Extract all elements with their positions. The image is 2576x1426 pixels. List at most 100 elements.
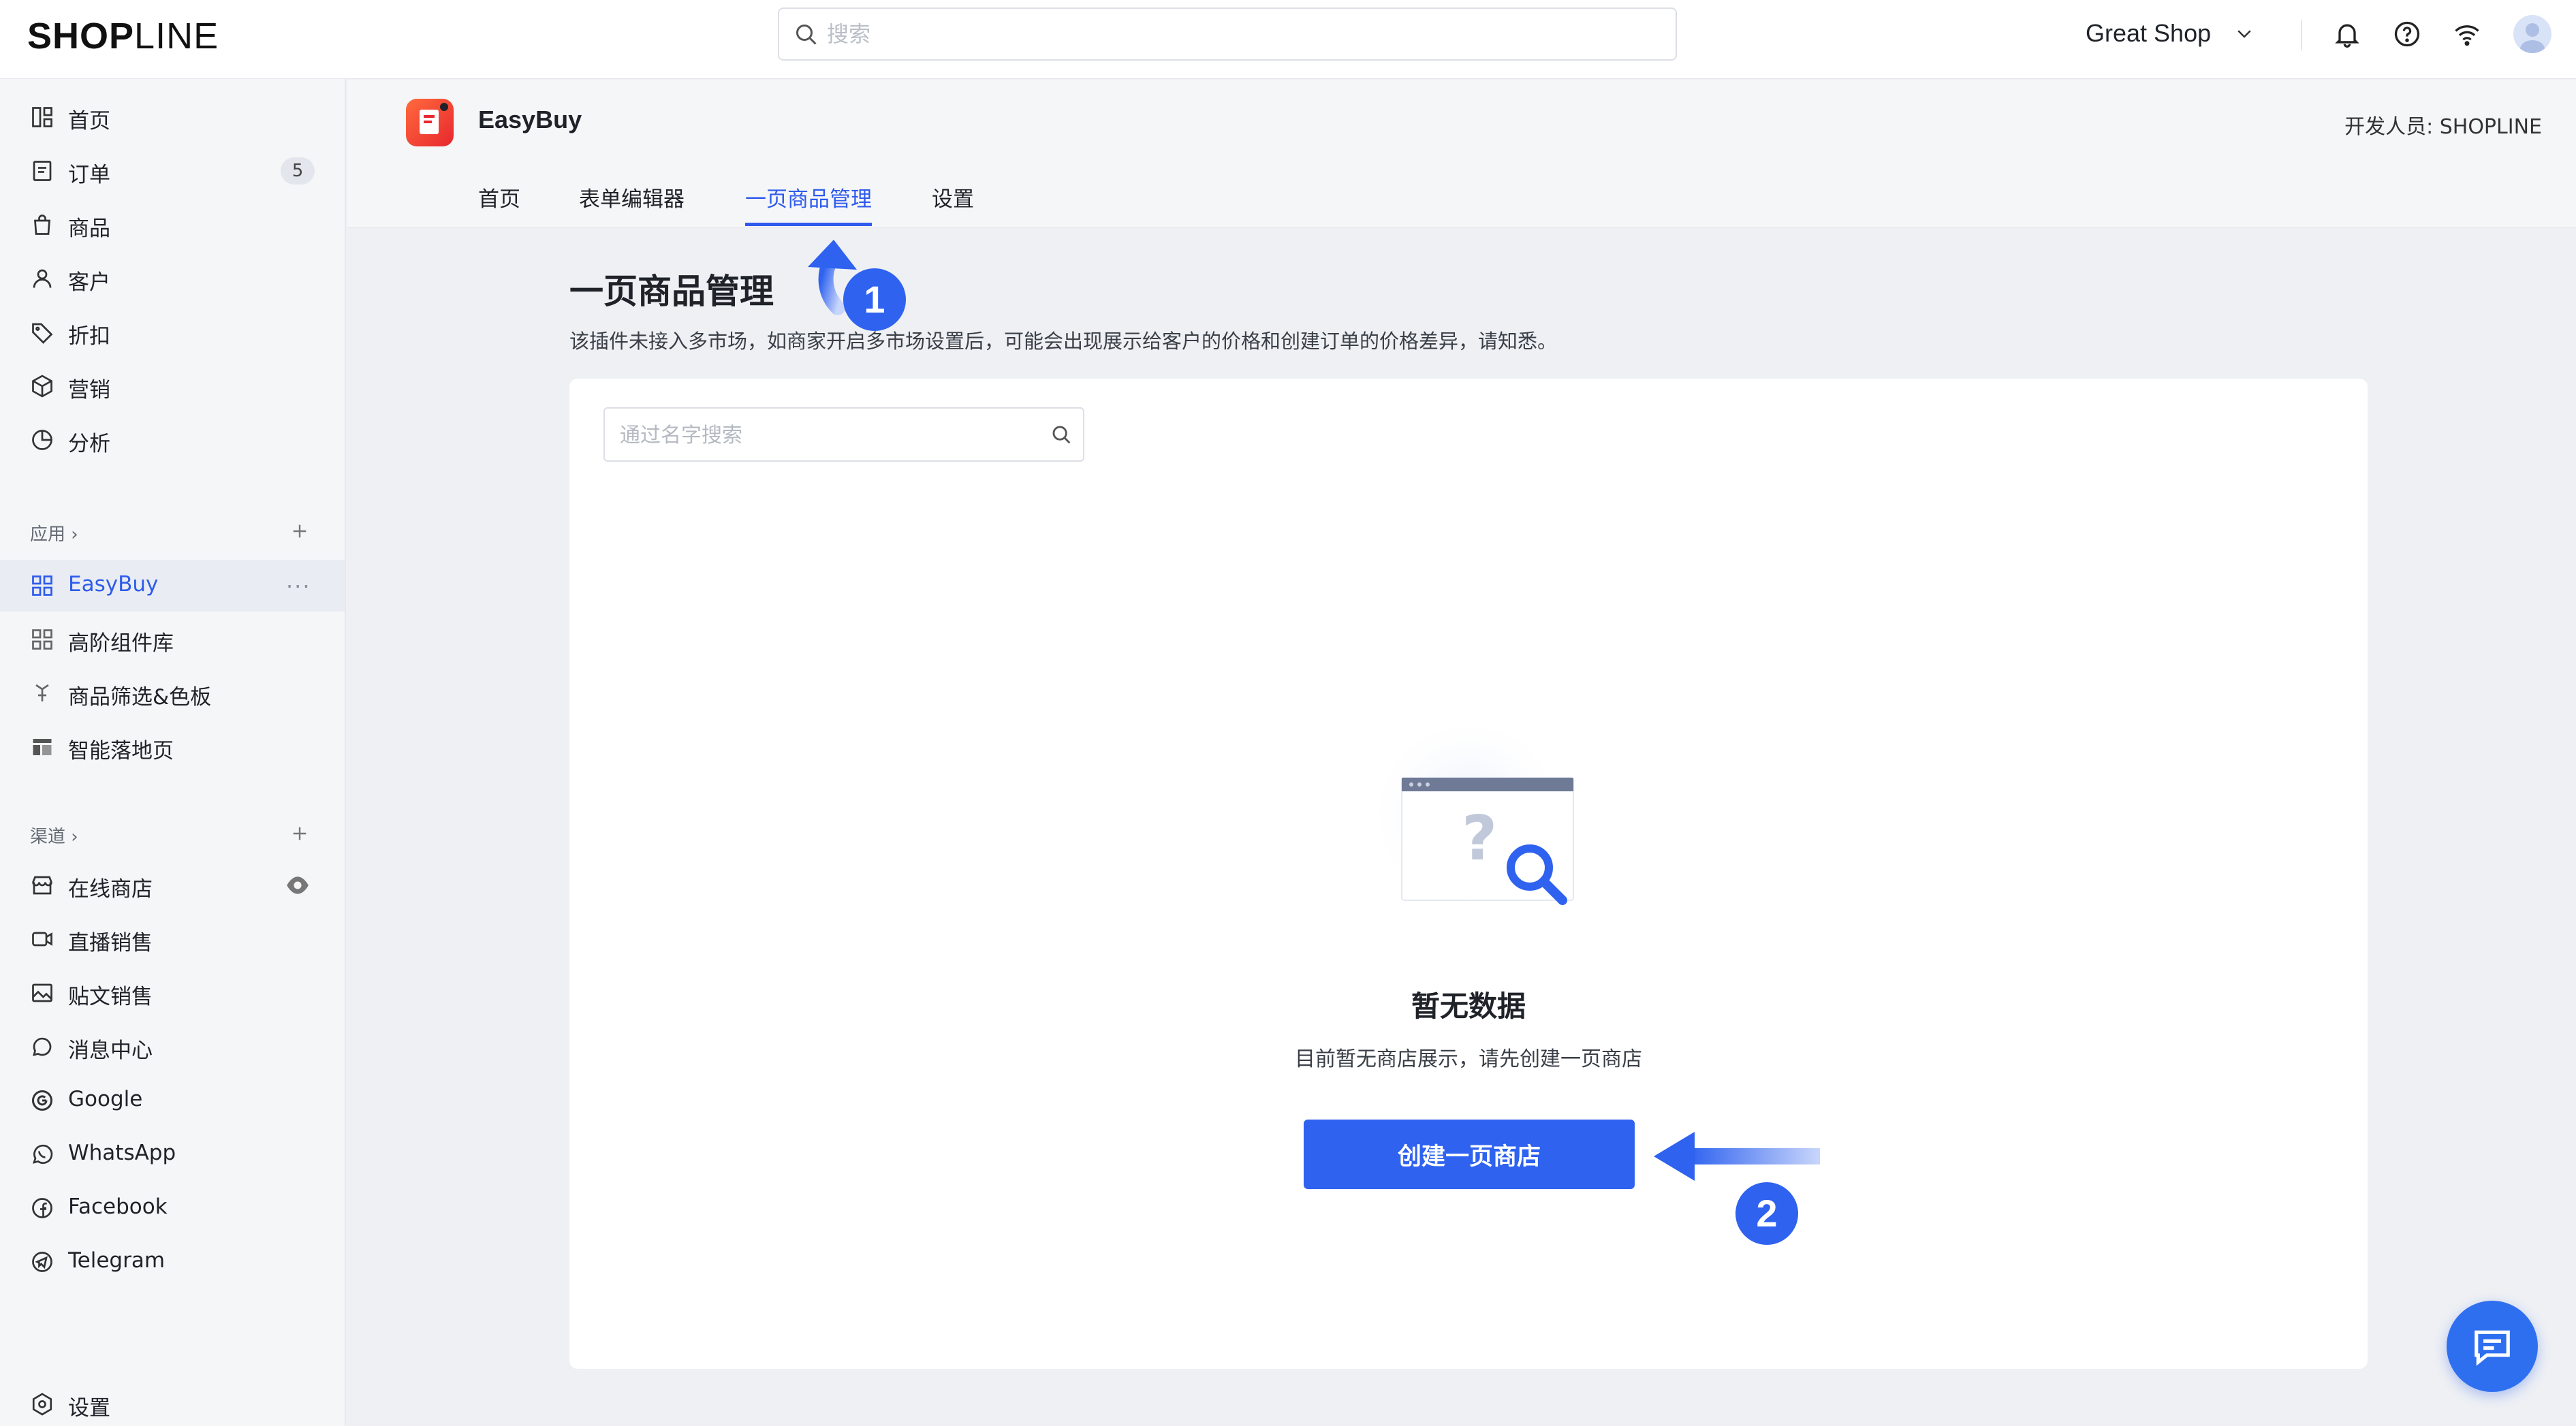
sidebar-item-landing-page[interactable]: 智能落地页 <box>0 721 345 773</box>
apps-grid-icon <box>32 629 52 650</box>
avatar[interactable] <box>2513 15 2551 53</box>
sidebar-item-google[interactable]: Google <box>0 1075 345 1126</box>
sidebar-item-marketing[interactable]: 营销 <box>0 360 345 412</box>
sidebar-item-label: 智能落地页 <box>68 739 174 763</box>
multi-market-notice: 该插件未接入多市场，如商家开启多市场设置后，可能会出现展示给客户的价格和创建订单… <box>569 330 1558 353</box>
annotation-arrow-2 <box>1654 1132 1820 1181</box>
sidebar: 首页 订单 5 商品 客户 折扣 营销 分析 应用 › EasyBuy ··· … <box>0 79 346 1426</box>
tab-form-editor[interactable]: 表单编辑器 <box>579 182 685 212</box>
video-icon <box>32 932 52 947</box>
eye-icon[interactable] <box>285 874 311 896</box>
cube-icon <box>32 375 52 398</box>
sidebar-item-easybuy[interactable]: EasyBuy ··· <box>0 560 345 612</box>
sidebar-item-facebook[interactable]: Facebook <box>0 1182 345 1234</box>
facebook-icon <box>32 1198 52 1218</box>
settings-icon <box>32 1393 52 1416</box>
filter-app-icon <box>35 684 49 701</box>
sidebar-item-label: 折扣 <box>68 324 110 349</box>
dashboard-icon <box>32 107 52 127</box>
shopline-logo[interactable]: SHOPLINE <box>27 15 219 57</box>
sidebar-item-product-filter[interactable]: 商品筛选&色板 <box>0 667 345 719</box>
sidebar-item-label: 营销 <box>68 378 110 402</box>
active-tab-indicator <box>745 223 872 226</box>
global-search[interactable] <box>778 7 1677 61</box>
global-search-input[interactable] <box>827 16 1644 52</box>
order-icon <box>33 161 52 181</box>
add-app-icon[interactable] <box>289 520 311 542</box>
chat-icon <box>33 1037 52 1056</box>
sidebar-item-discounts[interactable]: 折扣 <box>0 306 345 358</box>
developer-info: 开发人员: SHOPLINE <box>2344 115 2542 139</box>
sidebar-item-analytics[interactable]: 分析 <box>0 414 345 466</box>
layout-icon <box>33 739 52 755</box>
sidebar-item-home[interactable]: 首页 <box>0 91 345 143</box>
add-channel-icon[interactable] <box>289 823 311 844</box>
whatsapp-icon <box>32 1144 53 1164</box>
sidebar-item-live-sales[interactable]: 直播销售 <box>0 913 345 965</box>
sidebar-item-label: 订单 <box>68 163 110 187</box>
search-icon[interactable] <box>1050 424 1073 447</box>
tab-one-page-products[interactable]: 一页商品管理 <box>745 182 872 212</box>
sidebar-item-message-center[interactable]: 消息中心 <box>0 1021 345 1073</box>
sidebar-item-products[interactable]: 商品 <box>0 199 345 251</box>
sidebar-item-advanced-components[interactable]: 高阶组件库 <box>0 614 345 665</box>
top-bar: SHOPLINE Great Shop <box>0 0 2576 79</box>
sidebar-item-label: 直播销售 <box>68 931 153 955</box>
apps-section-title[interactable]: 应用 › <box>30 520 78 545</box>
sidebar-item-settings[interactable]: 设置 <box>0 1378 345 1426</box>
telegram-icon <box>32 1252 52 1272</box>
order-count-badge: 5 <box>281 157 315 185</box>
sidebar-item-label: 商品 <box>68 217 110 241</box>
sidebar-item-label: 商品筛选&色板 <box>68 685 212 710</box>
tag-icon <box>32 323 53 344</box>
more-options-icon[interactable]: ··· <box>286 573 311 599</box>
divider <box>2301 20 2302 50</box>
sidebar-item-orders[interactable]: 订单 5 <box>0 145 345 197</box>
step-1-marker: 1 <box>843 268 906 331</box>
bell-icon[interactable] <box>2332 19 2362 49</box>
google-icon <box>32 1090 52 1111</box>
sidebar-item-whatsapp[interactable]: WhatsApp <box>0 1128 345 1180</box>
wifi-icon[interactable] <box>2452 19 2482 49</box>
tab-settings[interactable]: 设置 <box>932 182 974 212</box>
sidebar-item-label: 在线商店 <box>68 877 153 902</box>
store-icon <box>32 876 52 895</box>
user-icon <box>33 269 52 288</box>
sidebar-item-post-sales[interactable]: 贴文销售 <box>0 967 345 1019</box>
easybuy-app-logo <box>406 99 454 146</box>
sidebar-item-label: 分析 <box>68 432 110 456</box>
svg-text:?: ? <box>1462 803 1497 874</box>
tab-home[interactable]: 首页 <box>478 182 520 212</box>
sidebar-item-label: 贴文销售 <box>68 985 153 1009</box>
sidebar-item-label: WhatsApp <box>68 1141 176 1165</box>
empty-state-title: 暂无数据 <box>1411 989 1526 1023</box>
sidebar-item-label: Google <box>68 1087 143 1111</box>
chevron-down-icon[interactable] <box>2234 23 2255 44</box>
app-header: EasyBuy 开发人员: SHOPLINE 首页 表单编辑器 一页商品管理 设… <box>347 80 2576 228</box>
empty-state-illustration: ? <box>1366 712 1574 917</box>
sidebar-item-online-store[interactable]: 在线商店 <box>0 859 345 911</box>
sidebar-item-label: 高阶组件库 <box>68 631 174 656</box>
sidebar-item-label: 首页 <box>68 109 110 133</box>
image-icon <box>32 983 52 1002</box>
app-name: EasyBuy <box>478 106 582 133</box>
page-title: 一页商品管理 <box>569 272 774 311</box>
pie-icon <box>32 430 52 450</box>
channels-section-title[interactable]: 渠道 › <box>30 823 78 848</box>
name-search[interactable] <box>603 407 1084 462</box>
content-card: ? 暂无数据 目前暂无商店展示，请先创建一页商店 创建一页商店 <box>569 379 2368 1369</box>
apps-grid-icon <box>32 575 52 596</box>
sidebar-item-customers[interactable]: 客户 <box>0 253 345 304</box>
help-icon[interactable] <box>2392 19 2422 49</box>
sidebar-item-label: Facebook <box>68 1194 168 1219</box>
search-icon <box>796 25 817 45</box>
sidebar-item-label: 设置 <box>68 1396 110 1421</box>
sidebar-item-telegram[interactable]: Telegram <box>0 1236 345 1288</box>
sidebar-item-label: EasyBuy <box>68 572 159 597</box>
create-one-page-store-button[interactable]: 创建一页商店 <box>1304 1120 1635 1189</box>
support-chat-button[interactable] <box>2447 1301 2538 1392</box>
step-2-marker: 2 <box>1735 1182 1798 1245</box>
shop-switcher[interactable]: Great Shop <box>2086 19 2211 48</box>
name-search-input[interactable] <box>620 417 1028 454</box>
bag-icon <box>34 215 50 235</box>
